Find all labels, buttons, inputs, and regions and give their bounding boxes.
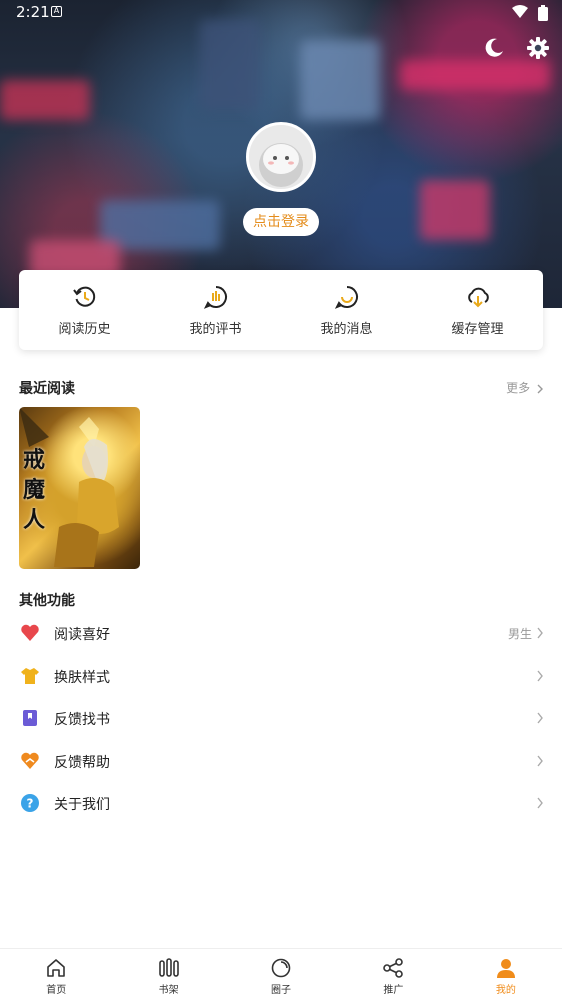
nav-label: 首页 — [46, 985, 67, 996]
quick-label: 缓存管理 — [451, 322, 504, 337]
bookshelf-icon — [158, 958, 179, 977]
recent-reading-title: 最近阅读 — [19, 381, 75, 397]
bottom-navigation: 首页 书架 圈子 推广 我的 — [0, 948, 562, 1000]
quick-item-reading-history[interactable]: 阅读历史 — [19, 270, 150, 350]
circle-icon — [271, 958, 291, 978]
quick-label: 阅读历史 — [58, 322, 111, 337]
book-cover-title: 戒魔人 — [23, 447, 46, 533]
nav-item-bookshelf[interactable]: 书架 — [112, 949, 224, 1000]
help-heart-icon — [21, 752, 39, 769]
login-button[interactable]: 点击登录 — [243, 208, 319, 236]
profile-header: 2:21 A 点击登录 — [0, 0, 562, 308]
chevron-right-icon — [537, 384, 543, 393]
quick-label: 我的评书 — [189, 322, 242, 337]
home-icon — [47, 959, 66, 977]
quick-label: 我的消息 — [320, 322, 373, 337]
list-item-label: 反馈帮助 — [54, 755, 110, 771]
night-mode-icon[interactable] — [482, 36, 506, 60]
nav-item-home[interactable]: 首页 — [0, 949, 112, 1000]
quick-item-my-reviews[interactable]: 我的评书 — [150, 270, 281, 350]
list-item-label: 反馈找书 — [54, 712, 110, 728]
avatar[interactable] — [246, 122, 316, 192]
nav-label: 圈子 — [271, 985, 292, 996]
nav-label: 我的 — [495, 985, 516, 996]
nav-label: 推广 — [383, 985, 404, 996]
chevron-right-icon — [537, 670, 543, 682]
question-icon: ? — [21, 794, 39, 812]
default-avatar-icon — [249, 125, 313, 189]
nav-item-circle[interactable]: 圈子 — [225, 949, 337, 1000]
list-item-reading-preference[interactable]: 阅读喜好 男生 — [0, 612, 562, 654]
message-icon — [334, 286, 358, 309]
book-icon — [23, 710, 37, 726]
user-icon — [496, 959, 515, 978]
chevron-right-icon — [537, 627, 543, 639]
list-item-label: 换肤样式 — [54, 670, 110, 686]
history-icon — [72, 286, 95, 307]
more-link[interactable]: 更多 — [506, 379, 544, 396]
list-item-label: 阅读喜好 — [54, 627, 110, 643]
list-item-skin-style[interactable]: 换肤样式 — [0, 655, 562, 697]
more-label: 更多 — [506, 381, 531, 395]
status-bar: 2:21 A — [0, 0, 562, 26]
quick-actions-card: 阅读历史 我的评书 我的消息 缓存管理 — [19, 270, 543, 350]
nav-label: 书架 — [158, 985, 179, 996]
quick-item-my-messages[interactable]: 我的消息 — [281, 270, 412, 350]
nav-item-mine[interactable]: 我的 — [450, 949, 562, 1000]
status-time: 2:21 — [16, 3, 50, 21]
list-item-about-us[interactable]: ? 关于我们 — [0, 782, 562, 824]
review-icon — [203, 286, 227, 309]
shirt-icon — [21, 668, 39, 684]
battery-icon — [538, 5, 548, 21]
wifi-icon — [512, 5, 528, 18]
nav-item-promote[interactable]: 推广 — [337, 949, 449, 1000]
heart-icon — [21, 624, 39, 641]
list-item-feedback-find-book[interactable]: 反馈找书 — [0, 697, 562, 739]
quick-item-cache-manage[interactable]: 缓存管理 — [412, 270, 543, 350]
list-item-feedback-help[interactable]: 反馈帮助 — [0, 740, 562, 782]
other-functions-title: 其他功能 — [19, 593, 75, 609]
chevron-right-icon — [537, 712, 543, 724]
download-cloud-icon — [467, 287, 489, 308]
recent-book-cover[interactable]: 戒魔人 — [19, 407, 140, 569]
settings-gear-icon[interactable] — [526, 36, 550, 60]
list-item-label: 关于我们 — [54, 797, 110, 813]
svg-text:?: ? — [27, 797, 34, 811]
share-icon — [383, 958, 404, 978]
notification-a-icon: A — [51, 6, 62, 17]
list-item-value: 男生 — [507, 627, 532, 641]
chevron-right-icon — [537, 755, 543, 767]
chevron-right-icon — [537, 797, 543, 809]
